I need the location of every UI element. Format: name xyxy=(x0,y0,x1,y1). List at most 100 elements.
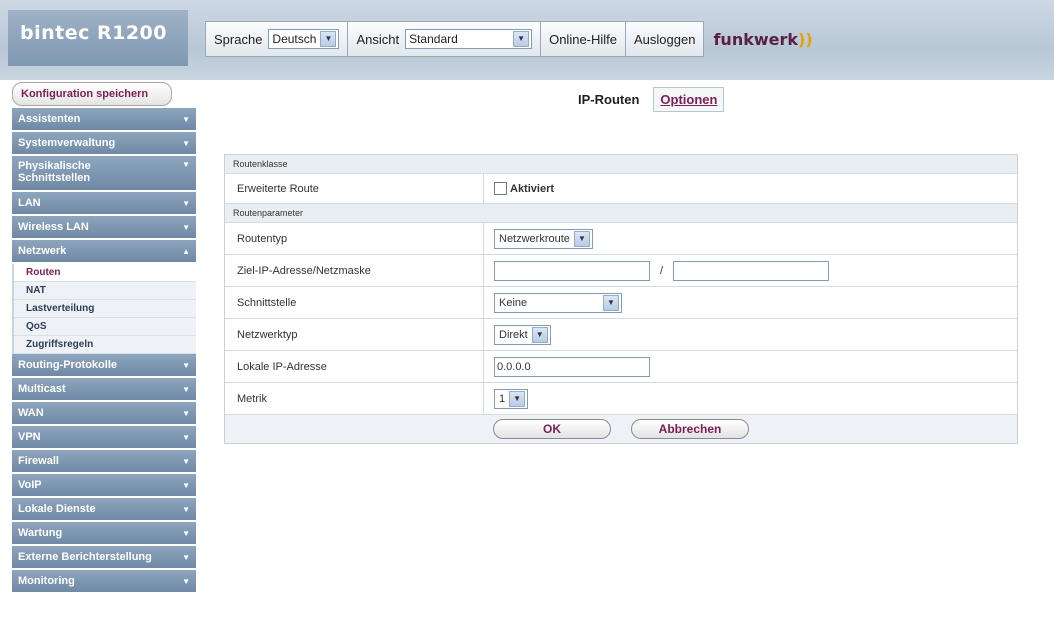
language-label: Sprache xyxy=(214,31,263,47)
sidebar-item-assistenten[interactable]: Assistenten ▼ xyxy=(12,108,196,132)
chevron-down-icon: ▼ xyxy=(182,456,190,466)
ok-button[interactable]: OK xyxy=(493,419,611,439)
view-label: Ansicht xyxy=(356,31,400,47)
row-lokale-ip: Lokale IP-Adresse 0.0.0.0 xyxy=(225,351,1017,383)
logo-text: funkwerk xyxy=(713,29,799,49)
sidebar-item-label: Firewall xyxy=(18,455,59,467)
ziel-ip-value: / xyxy=(484,255,1017,286)
sidebar-subitem-lastverteilung[interactable]: Lastverteilung xyxy=(14,300,196,318)
chevron-down-icon: ▼ xyxy=(182,222,190,232)
netzwerktyp-select[interactable]: Direkt ▼ xyxy=(494,324,551,345)
sidebar-item-label: Routing-Protokolle xyxy=(18,359,117,371)
subitem-label: NAT xyxy=(26,285,46,296)
aktiviert-label: Aktiviert xyxy=(510,182,555,195)
sidebar-item-label: Physikalische Schnittstellen xyxy=(18,160,91,184)
sidebar-item-vpn[interactable]: VPN ▼ xyxy=(12,426,196,450)
sidebar-item-label: Monitoring xyxy=(18,575,75,587)
sidebar-subitem-routen[interactable]: Routen xyxy=(14,264,196,282)
sidebar-item-externe-berichterstellung[interactable]: Externe Berichterstellung ▼ xyxy=(12,546,196,570)
tab-ip-routen[interactable]: IP-Routen xyxy=(574,88,643,111)
sidebar-item-label: Assistenten xyxy=(18,113,81,125)
tab-optionen[interactable]: Optionen xyxy=(653,86,725,112)
save-configuration-button[interactable]: Konfiguration speichern xyxy=(12,82,172,106)
chevron-up-icon: ▲ xyxy=(182,246,190,256)
sidebar-subitem-zugriffsregeln[interactable]: Zugriffsregeln xyxy=(14,336,196,354)
ziel-ip-input[interactable] xyxy=(494,260,650,281)
chevron-down-icon: ▼ xyxy=(182,480,190,490)
sidebar-item-wan[interactable]: WAN ▼ xyxy=(12,402,196,426)
sidebar-item-label: WAN xyxy=(18,407,44,419)
chevron-down-icon: ▼ xyxy=(320,31,337,47)
sidebar-item-label: Systemverwaltung xyxy=(18,137,116,149)
schnittstelle-select[interactable]: Keine ▼ xyxy=(494,292,622,313)
sidebar-item-firewall[interactable]: Firewall ▼ xyxy=(12,450,196,474)
sidebar-item-systemverwaltung[interactable]: Systemverwaltung ▼ xyxy=(12,132,196,156)
sidebar-item-physikalische-schnittstellen[interactable]: Physikalische Schnittstellen ▼ xyxy=(12,156,196,192)
sidebar-item-lokale-dienste[interactable]: Lokale Dienste ▼ xyxy=(12,498,196,522)
page-tabs: IP-Routen Optionen xyxy=(574,86,725,112)
routentyp-selected: Netzwerkroute xyxy=(499,232,570,245)
sidebar-item-label: VPN xyxy=(18,431,41,443)
sidebar-item-netzwerk[interactable]: Netzwerk ▲ xyxy=(12,240,196,264)
sidebar-item-voip[interactable]: VoIP ▼ xyxy=(12,474,196,498)
logout-button[interactable]: Ausloggen xyxy=(625,21,705,57)
lokale-ip-input[interactable]: 0.0.0.0 xyxy=(494,356,650,377)
form-button-bar: OK Abbrechen xyxy=(225,415,1017,443)
sidebar-item-monitoring[interactable]: Monitoring ▼ xyxy=(12,570,196,594)
view-selector: Ansicht Standard ▼ xyxy=(347,21,542,57)
route-form: Routenklasse Erweiterte Route Aktiviert … xyxy=(224,154,1018,444)
section-header-routenparameter: Routenparameter xyxy=(225,204,1017,223)
row-erweiterte-route: Erweiterte Route Aktiviert xyxy=(225,174,1017,204)
sidebar-item-label: Multicast xyxy=(18,383,66,395)
cancel-button[interactable]: Abbrechen xyxy=(631,419,749,439)
netzwerktyp-value: Direkt ▼ xyxy=(484,319,1017,350)
routentyp-select[interactable]: Netzwerkroute ▼ xyxy=(494,228,593,249)
netzwerktyp-selected: Direkt xyxy=(499,328,528,341)
chevron-down-icon: ▼ xyxy=(531,326,548,343)
brand-title: bintec R1200 xyxy=(20,22,167,44)
logout-label: Ausloggen xyxy=(634,31,696,47)
metrik-value: 1 ▼ xyxy=(484,383,1017,414)
subitem-label: Zugriffsregeln xyxy=(26,339,94,350)
chevron-down-icon: ▼ xyxy=(182,138,190,148)
top-bar: bintec R1200 Sprache Deutsch ▼ Ansicht S… xyxy=(0,0,1054,80)
row-ziel-ip: Ziel-IP-Adresse/Netzmaske / xyxy=(225,255,1017,287)
erweiterte-route-label: Erweiterte Route xyxy=(225,174,484,203)
metrik-label: Metrik xyxy=(225,383,484,414)
view-select[interactable]: Standard ▼ xyxy=(405,29,533,49)
sidebar-item-label: Wireless LAN xyxy=(18,221,89,233)
chevron-down-icon: ▼ xyxy=(182,504,190,514)
sidebar-subitem-qos[interactable]: QoS xyxy=(14,318,196,336)
sidebar-subitem-nat[interactable]: NAT xyxy=(14,282,196,300)
sidebar-item-wartung[interactable]: Wartung ▼ xyxy=(12,522,196,546)
metrik-selected: 1 xyxy=(499,392,506,405)
sidebar-item-label: Netzwerk xyxy=(18,245,67,257)
aktiviert-checkbox[interactable] xyxy=(494,182,507,195)
sidebar-item-routing-protokolle[interactable]: Routing-Protokolle ▼ xyxy=(12,354,196,378)
chevron-down-icon: ▼ xyxy=(182,408,190,418)
subitem-label: QoS xyxy=(26,321,47,332)
help-button[interactable]: Online-Hilfe xyxy=(540,21,627,57)
schnittstelle-label: Schnittstelle xyxy=(225,287,484,318)
row-metrik: Metrik 1 ▼ xyxy=(225,383,1017,415)
funkwerk-logo: funkwerk)) xyxy=(703,30,822,49)
sidebar-item-label: Wartung xyxy=(18,527,63,539)
chevron-down-icon: ▼ xyxy=(182,432,190,442)
sidebar-item-label: VoIP xyxy=(18,479,42,491)
chevron-down-icon: ▼ xyxy=(182,198,190,208)
top-nav: Sprache Deutsch ▼ Ansicht Standard ▼ Onl… xyxy=(205,21,823,57)
ziel-ip-label: Ziel-IP-Adresse/Netzmaske xyxy=(225,255,484,286)
sidebar-item-wireless-lan[interactable]: Wireless LAN ▼ xyxy=(12,216,196,240)
metrik-select[interactable]: 1 ▼ xyxy=(494,388,529,409)
erweiterte-route-value: Aktiviert xyxy=(484,174,1017,203)
chevron-down-icon: ▼ xyxy=(182,576,190,586)
sidebar: Konfiguration speichern Assistenten ▼ Sys… xyxy=(12,82,196,594)
routentyp-value: Netzwerkroute ▼ xyxy=(484,223,1017,254)
schnittstelle-selected: Keine xyxy=(499,296,528,309)
lokale-ip-label: Lokale IP-Adresse xyxy=(225,351,484,382)
language-select[interactable]: Deutsch ▼ xyxy=(268,29,340,49)
ziel-netmask-input[interactable] xyxy=(673,260,830,281)
sidebar-item-multicast[interactable]: Multicast ▼ xyxy=(12,378,196,402)
sidebar-item-lan[interactable]: LAN ▼ xyxy=(12,192,196,216)
section-header-routenklasse: Routenklasse xyxy=(225,155,1017,174)
